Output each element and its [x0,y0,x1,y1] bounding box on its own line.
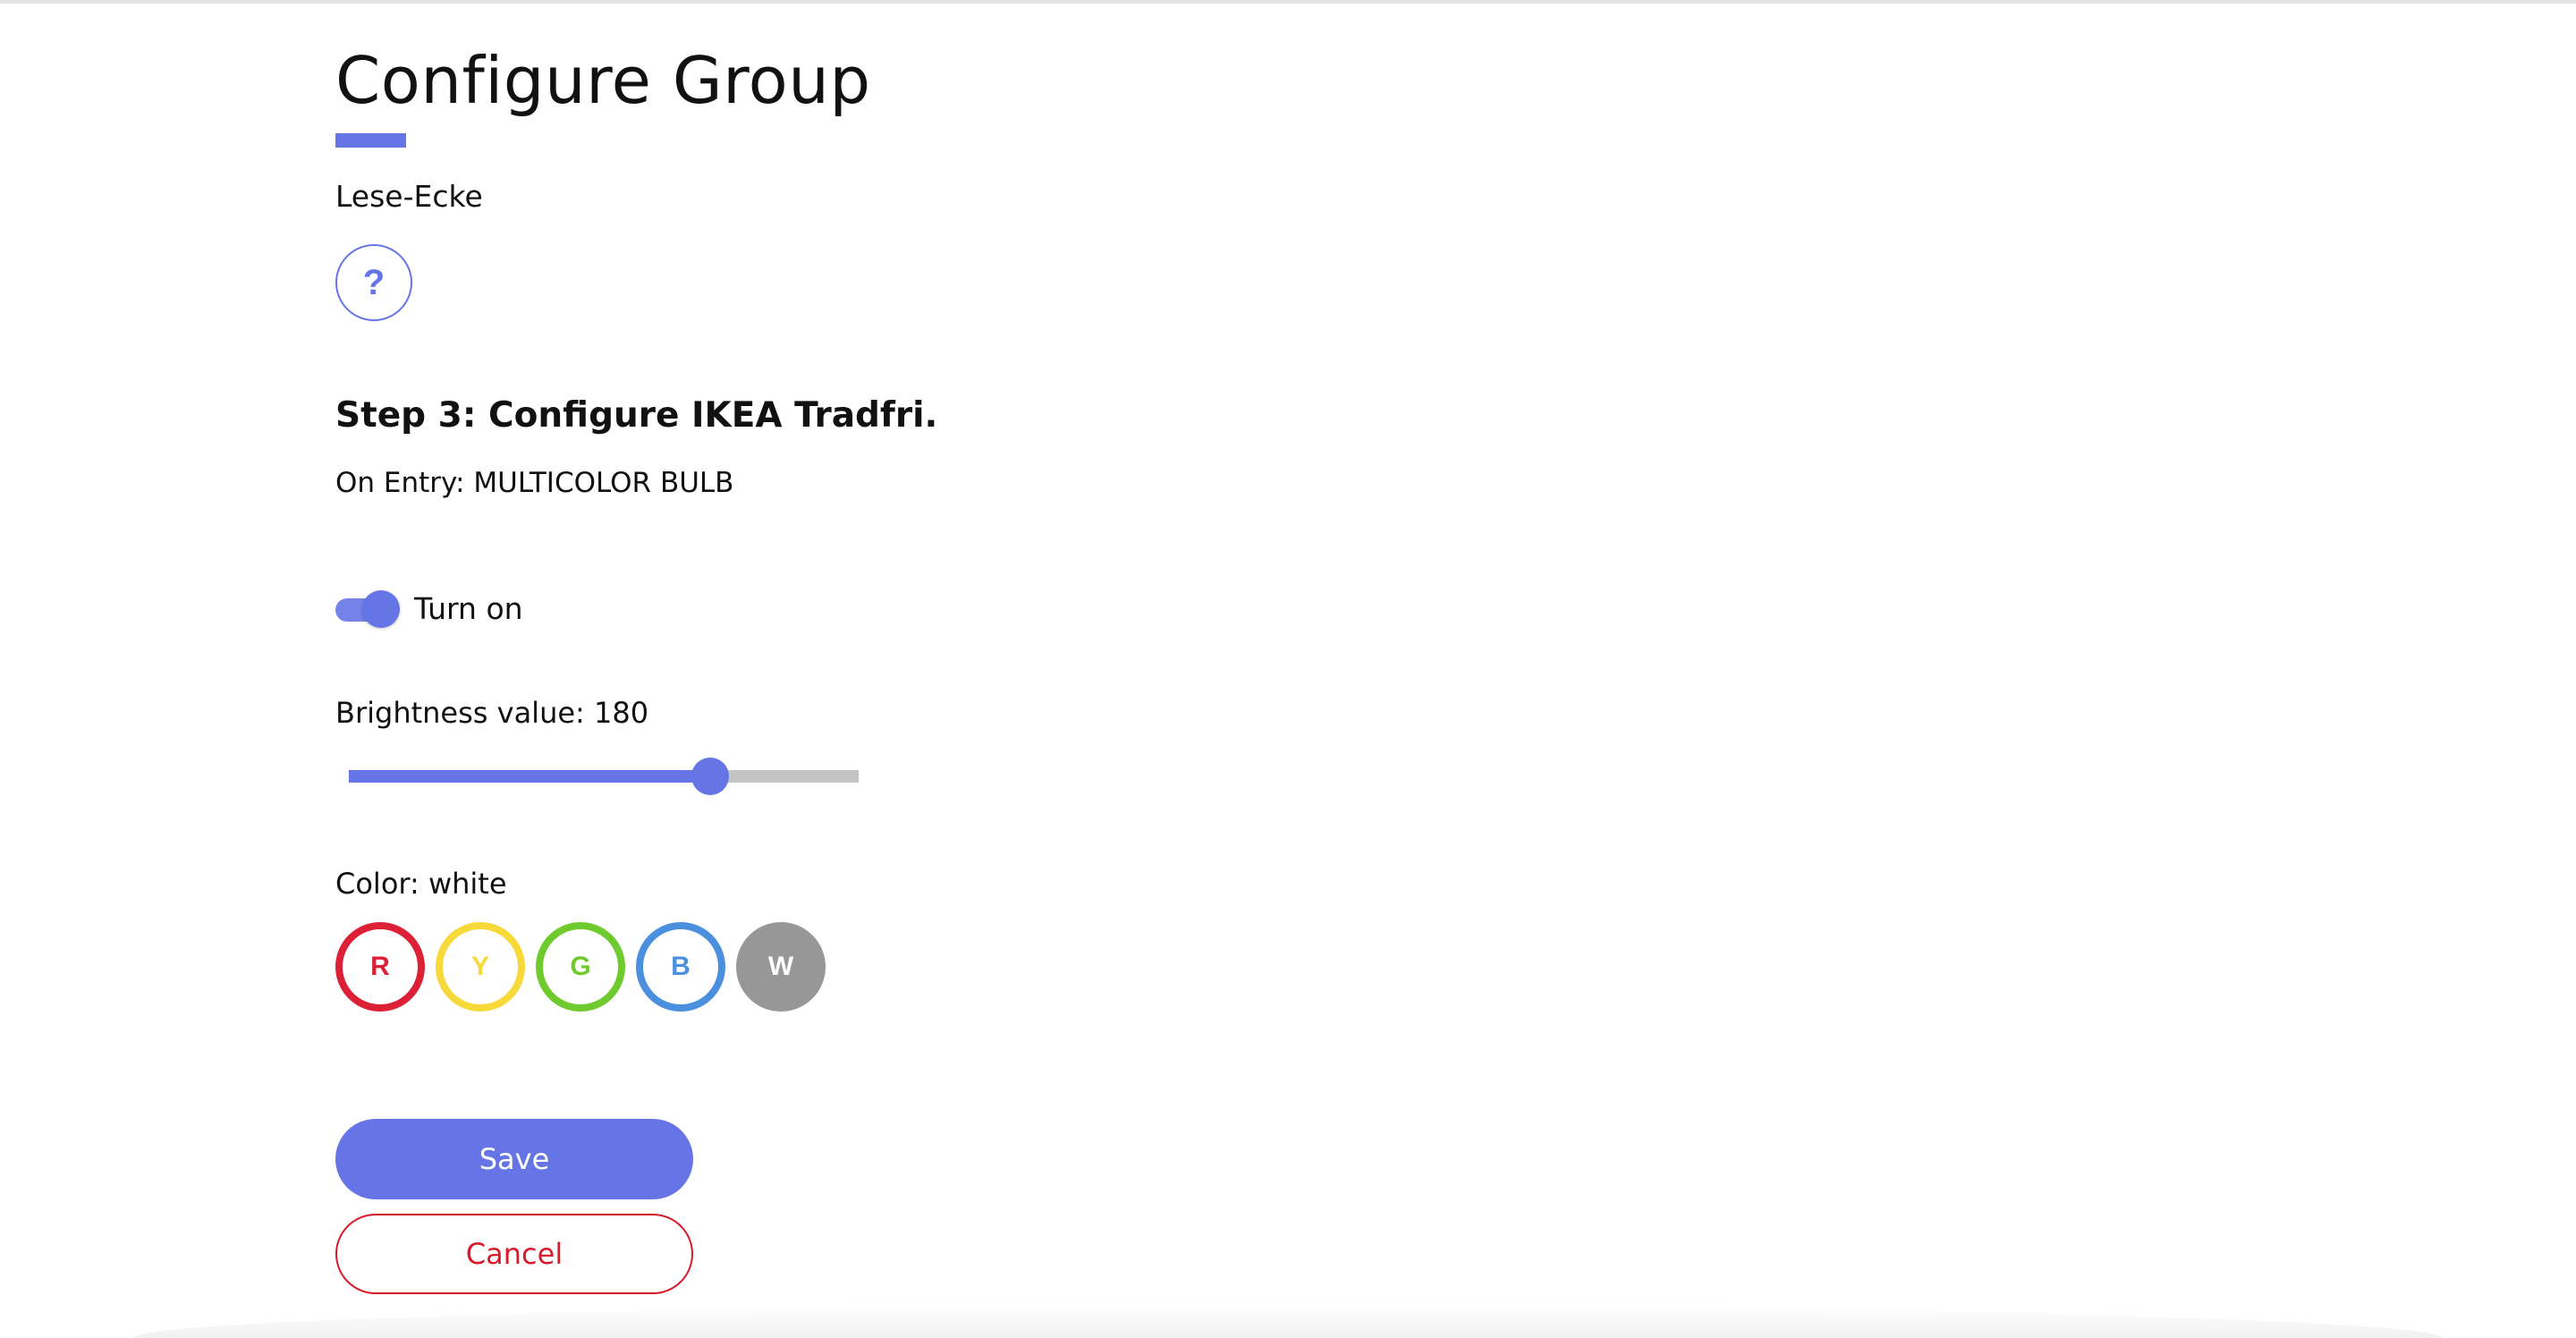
slider-fill [349,770,710,783]
toggle-knob[interactable] [362,590,400,628]
color-label: Color: white [335,867,507,901]
brightness-label: Brightness value: 180 [335,696,649,730]
color-option-yellow[interactable]: Y [436,922,525,1012]
turn-on-toggle[interactable] [335,590,400,628]
cancel-button[interactable]: Cancel [335,1214,693,1294]
slider-thumb[interactable] [691,758,729,795]
brightness-slider[interactable] [349,757,859,796]
bottom-shadow [134,1306,2442,1338]
step-heading: Step 3: Configure IKEA Tradfri. [335,395,938,436]
color-option-red[interactable]: R [335,922,425,1012]
toggle-label: Turn on [414,591,523,626]
title-underline [335,133,406,148]
question-mark-icon: ? [362,263,386,302]
color-option-green[interactable]: G [536,922,625,1012]
save-button[interactable]: Save [335,1119,693,1199]
page-title: Configure Group [335,43,871,118]
color-option-blue[interactable]: B [636,922,725,1012]
help-button[interactable]: ? [335,244,412,321]
color-option-white[interactable]: W [736,922,826,1012]
top-border [0,0,2576,4]
group-name: Lese-Ecke [335,179,483,214]
entry-label: On Entry: MULTICOLOR BULB [335,467,734,499]
